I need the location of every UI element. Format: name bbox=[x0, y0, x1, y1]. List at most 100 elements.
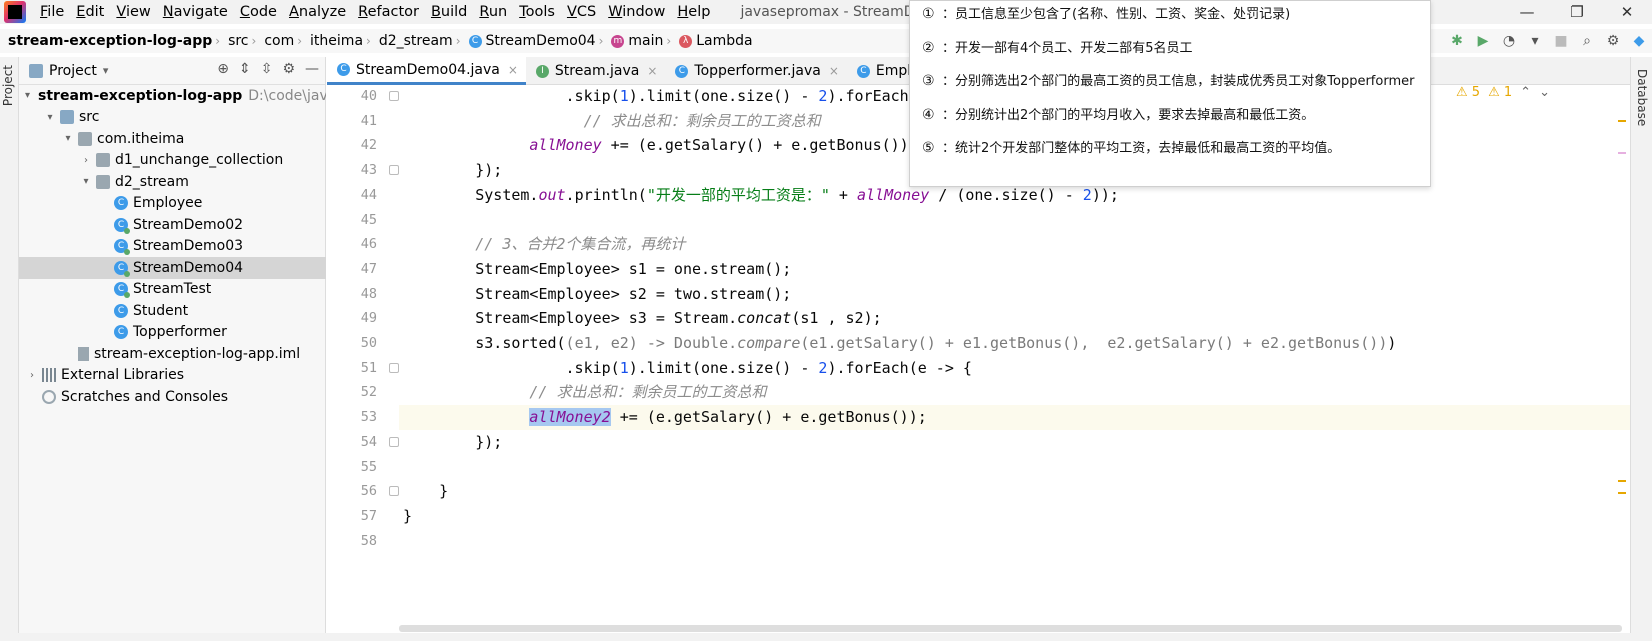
gear-icon[interactable]: ⚙ bbox=[282, 61, 295, 77]
fold-marker-icon[interactable] bbox=[389, 436, 399, 447]
breadcrumb-lambda[interactable]: λ Lambda bbox=[671, 33, 755, 49]
editor-tab[interactable]: C Topperformer.java × bbox=[665, 57, 846, 85]
chevron-right-icon[interactable]: › bbox=[25, 370, 39, 381]
tree-item[interactable]: C Topperformer bbox=[19, 322, 326, 344]
editor-tab[interactable]: I Stream.java × bbox=[526, 57, 666, 85]
menu-build[interactable]: Build bbox=[425, 0, 473, 24]
expand-all-icon[interactable]: ⇕ bbox=[239, 61, 251, 77]
tree-item[interactable]: C StreamDemo04 bbox=[19, 257, 326, 279]
breadcrumb-method[interactable]: m main bbox=[603, 33, 666, 49]
bottom-strip bbox=[0, 633, 1652, 641]
breadcrumb-class[interactable]: C StreamDemo04 bbox=[461, 33, 599, 49]
close-icon[interactable]: × bbox=[508, 63, 518, 77]
tree-item[interactable]: C Student bbox=[19, 300, 326, 322]
requirement-text: ：分别筛选出2个部门的最高工资的员工信息，封装成优秀员工对象Topperform… bbox=[942, 74, 1415, 89]
debug-icon[interactable]: ✱ bbox=[1448, 32, 1466, 50]
breadcrumb-src[interactable]: src bbox=[220, 33, 251, 49]
menu-run[interactable]: Run bbox=[473, 0, 513, 24]
code-line: // 求出总和：剩余员工的工资总和 bbox=[584, 109, 821, 134]
minimize-button[interactable]: — bbox=[1502, 0, 1552, 24]
chevron-down-icon[interactable]: ▾ bbox=[43, 112, 57, 123]
class-icon: C bbox=[114, 196, 128, 211]
tree-item[interactable]: ▾ stream-exception-log-app D:\code\java bbox=[19, 85, 326, 107]
menu-navigate[interactable]: Navigate bbox=[157, 0, 234, 24]
chevron-down-icon[interactable]: ▾ bbox=[79, 176, 93, 187]
collapse-all-icon[interactable]: ⇳ bbox=[261, 61, 273, 77]
breadcrumb-com[interactable]: com bbox=[256, 33, 297, 49]
tree-item[interactable]: C StreamDemo02 bbox=[19, 214, 326, 236]
chevron-down-icon[interactable]: ▾ bbox=[25, 90, 30, 101]
tree-item[interactable]: › External Libraries bbox=[19, 365, 326, 387]
menu-tools[interactable]: Tools bbox=[513, 0, 561, 24]
menu-mnemonic: B bbox=[430, 4, 441, 20]
project-tool-window-button[interactable]: Project bbox=[1, 65, 17, 106]
breadcrumb-d2-stream[interactable]: d2_stream bbox=[371, 33, 456, 49]
code-token: .skip( bbox=[565, 87, 620, 105]
code-token: / (one.size() - bbox=[929, 185, 1083, 204]
tree-item[interactable]: Scratches and Consoles bbox=[19, 386, 326, 408]
locate-icon[interactable]: ⊕ bbox=[217, 61, 229, 77]
menu-vcs[interactable]: VCS bbox=[561, 0, 602, 24]
code-token: (e1, e2) -> Double. bbox=[565, 334, 738, 352]
breadcrumb-project[interactable]: stream-exception-log-app bbox=[0, 33, 215, 49]
fold-marker-icon[interactable] bbox=[389, 165, 399, 176]
menu-refactor[interactable]: Refactor bbox=[352, 0, 425, 24]
stop-icon[interactable]: ■ bbox=[1552, 32, 1570, 50]
gear-icon[interactable]: ⚙ bbox=[1604, 32, 1622, 50]
chevron-down-icon[interactable]: ▾ bbox=[103, 64, 109, 77]
requirement-text: ：统计2个开发部门整体的平均工资，去掉最低和最高工资的平均值。 bbox=[942, 141, 1341, 156]
search-icon[interactable]: ⌕ bbox=[1578, 32, 1596, 50]
tree-item[interactable]: ▾ src bbox=[19, 107, 326, 129]
menu-help[interactable]: Help bbox=[671, 0, 716, 24]
tree-item[interactable]: › d1_unchange_collection bbox=[19, 150, 326, 172]
code-token: // 求出总和：剩余员工的工资总和 bbox=[529, 383, 767, 402]
close-icon[interactable]: × bbox=[829, 64, 839, 78]
warning-count[interactable]: ⚠ 5 bbox=[1456, 85, 1480, 100]
plugin-icon[interactable]: ◆ bbox=[1630, 32, 1648, 50]
project-panel: Project ▾ ⊕ ⇕ ⇳ ⚙ — ▾ stream-exception-lo… bbox=[19, 57, 326, 637]
fold-marker-icon[interactable] bbox=[389, 486, 399, 497]
dropdown-arrow-icon[interactable]: ▾ bbox=[1526, 32, 1544, 50]
tree-item-label: src bbox=[79, 109, 100, 126]
tree-item[interactable]: C StreamTest bbox=[19, 279, 326, 301]
menu-code[interactable]: Code bbox=[234, 0, 283, 24]
tree-item[interactable]: stream-exception-log-app.iml bbox=[19, 343, 326, 365]
code-line: Stream<Employee> s2 = two.stream(); bbox=[475, 282, 791, 307]
fold-marker-icon[interactable] bbox=[389, 91, 399, 101]
fold-marker-icon[interactable] bbox=[389, 362, 399, 373]
tree-item[interactable]: C Employee bbox=[19, 193, 326, 215]
close-icon[interactable]: × bbox=[647, 64, 657, 78]
tree-item[interactable]: ▾ d2_stream bbox=[19, 171, 326, 193]
breadcrumb-itheima[interactable]: itheima bbox=[302, 33, 366, 49]
toolbar-actions: ✱ ▶ ◔ ▾ ■ ⌕ ⚙ ◆ bbox=[1448, 29, 1652, 53]
next-highlight-icon[interactable]: ⌄ bbox=[1539, 85, 1550, 100]
code-line: allMoney2 += (e.getSalary() + e.getBonus… bbox=[529, 405, 927, 430]
close-window-button[interactable]: ✕ bbox=[1602, 0, 1652, 24]
code-line: s3.sorted((e1, e2) -> Double.compare(e1.… bbox=[475, 331, 1396, 356]
database-tool-window-button[interactable]: Database bbox=[1635, 69, 1649, 126]
previous-highlight-icon[interactable]: ⌃ bbox=[1520, 85, 1531, 100]
line-number: 55 bbox=[360, 458, 377, 475]
horizontal-scrollbar[interactable] bbox=[399, 625, 1622, 632]
chevron-right-icon[interactable]: › bbox=[79, 155, 93, 166]
restore-button[interactable]: ❐ bbox=[1552, 0, 1602, 24]
tree-item[interactable]: C StreamDemo03 bbox=[19, 236, 326, 258]
hide-panel-icon[interactable]: — bbox=[305, 61, 319, 77]
menu-view[interactable]: View bbox=[110, 0, 156, 24]
editor-tab[interactable]: C StreamDemo04.java × bbox=[327, 57, 526, 85]
project-panel-title[interactable]: Project bbox=[49, 63, 97, 79]
chevron-down-icon[interactable]: ▾ bbox=[61, 133, 75, 144]
menu-analyze[interactable]: Analyze bbox=[283, 0, 352, 24]
profile-icon[interactable]: ◔ bbox=[1500, 32, 1518, 50]
requirement-item: ② ：开发一部有4个员工、开发二部有5名员工 bbox=[922, 37, 1193, 56]
menu-file[interactable]: File bbox=[34, 0, 70, 24]
requirement-item: ④ ：分别统计出2个部门的平均月收入，要求去掉最高和最低工资。 bbox=[922, 104, 1314, 123]
menu-window[interactable]: Window bbox=[602, 0, 671, 24]
tree-item[interactable]: ▾ com.itheima bbox=[19, 128, 326, 150]
weak-warning-count[interactable]: ⚠ 1 bbox=[1488, 85, 1512, 100]
run-with-coverage-icon[interactable]: ▶ bbox=[1474, 32, 1492, 50]
class-icon: C bbox=[114, 303, 128, 318]
class-icon: C bbox=[114, 325, 128, 340]
menu-edit[interactable]: Edit bbox=[70, 0, 110, 24]
inspection-widget[interactable]: ⚠ 5 ⚠ 1 ⌃ ⌄ bbox=[1456, 85, 1550, 100]
